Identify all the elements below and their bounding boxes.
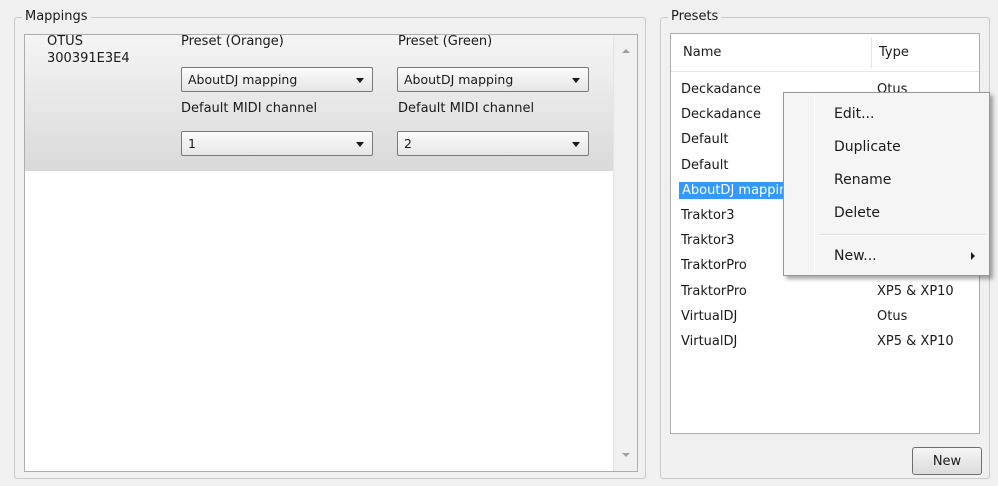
preset-name: Deckadance <box>681 107 762 123</box>
preset-name: VirtualDJ <box>681 308 738 324</box>
menu-item-new-label: New... <box>834 248 877 264</box>
preset-name: Traktor3 <box>681 208 735 223</box>
mappings-list[interactable]: OTUS 300391E3E4 Preset (Orange) AboutDJ … <box>24 34 638 472</box>
midi-green-select[interactable]: 2 <box>397 131 589 156</box>
preset-orange-label: Preset (Orange) <box>181 34 284 49</box>
preset-orange-value: AboutDJ mapping <box>188 72 298 87</box>
column-header-type[interactable]: Type <box>879 45 909 60</box>
mappings-group-title: Mappings <box>22 9 91 25</box>
chevron-down-icon <box>572 78 580 83</box>
preset-row[interactable]: VirtualDJ XP5 & XP10 <box>671 330 979 354</box>
preset-orange-select[interactable]: AboutDJ mapping <box>181 67 373 92</box>
menu-item-rename[interactable]: Rename <box>786 165 987 195</box>
preset-row[interactable]: TraktorPro XP5 & XP10 <box>671 280 979 304</box>
menu-item-delete[interactable]: Delete <box>786 198 987 228</box>
chevron-down-icon <box>356 142 364 147</box>
column-divider[interactable] <box>871 38 872 68</box>
preset-name: TraktorPro <box>681 283 747 299</box>
preset-type: Otus <box>877 308 908 324</box>
preset-green-select[interactable]: AboutDJ mapping <box>397 67 589 92</box>
midi-orange-label: Default MIDI channel <box>181 101 318 116</box>
preset-name: Traktor3 <box>681 233 735 249</box>
menu-item-new-submenu[interactable]: New... <box>786 241 987 271</box>
preset-name: VirtualDJ <box>681 334 738 349</box>
new-preset-button[interactable]: New <box>912 447 982 475</box>
menu-item-duplicate[interactable]: Duplicate <box>786 132 987 162</box>
midi-green-label: Default MIDI channel <box>398 101 535 116</box>
device-name: OTUS <box>47 34 83 49</box>
scroll-up-icon[interactable] <box>622 49 630 53</box>
preset-type: XP5 & XP10 <box>877 334 954 349</box>
chevron-right-icon <box>971 252 975 260</box>
preset-name: Default <box>681 132 729 148</box>
preset-green-label: Preset (Green) <box>398 34 493 49</box>
presets-list-header: Name Type <box>671 34 979 72</box>
menu-separator <box>818 234 986 236</box>
mappings-scrollbar[interactable] <box>613 35 637 471</box>
preset-name: TraktorPro <box>681 258 747 274</box>
preset-type: XP5 & XP10 <box>877 283 954 299</box>
midi-orange-value: 1 <box>188 136 196 151</box>
preset-name: Deckadance <box>681 82 762 97</box>
preset-row[interactable]: VirtualDJ Otus <box>671 305 979 329</box>
preset-name: Default <box>681 157 729 173</box>
column-header-name[interactable]: Name <box>683 45 721 60</box>
device-serial: 300391E3E4 <box>47 51 130 66</box>
scroll-down-icon[interactable] <box>622 453 630 457</box>
device-row[interactable]: OTUS 300391E3E4 Preset (Orange) AboutDJ … <box>25 34 613 171</box>
preset-green-value: AboutDJ mapping <box>404 72 514 87</box>
midi-orange-select[interactable]: 1 <box>181 131 373 156</box>
midi-green-value: 2 <box>404 136 412 151</box>
menu-item-edit[interactable]: Edit... <box>786 99 987 129</box>
chevron-down-icon <box>356 78 364 83</box>
presets-group-title: Presets <box>668 9 722 25</box>
chevron-down-icon <box>572 142 580 147</box>
context-menu: Edit... Duplicate Rename Delete New... <box>783 92 990 276</box>
